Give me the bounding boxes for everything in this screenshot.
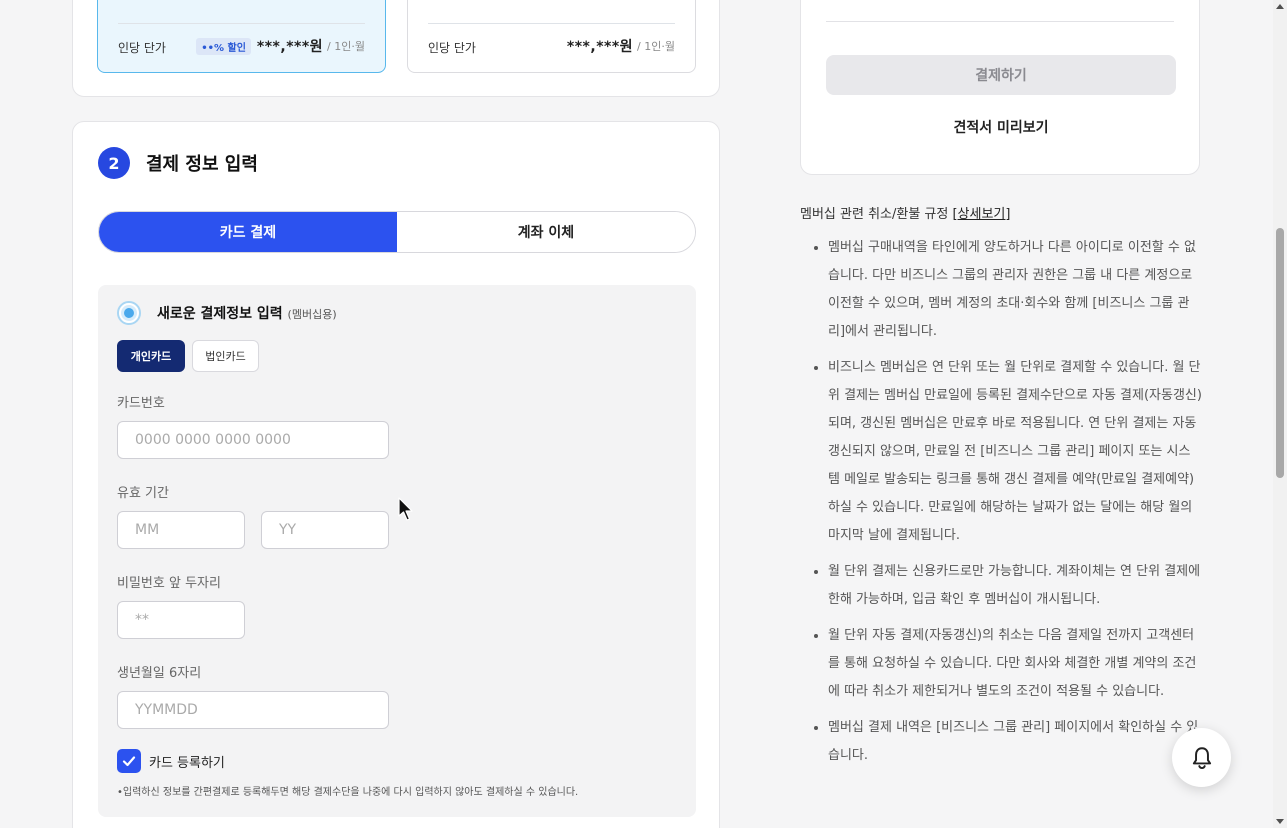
price-unit: / 1인·월 — [327, 40, 365, 53]
price-row: ***,***원 / 1인·월 — [567, 36, 675, 56]
new-payment-subtitle: (멤버십용) — [287, 308, 337, 321]
password-label: 비밀번호 앞 두자리 — [117, 576, 221, 591]
scroll-down-icon[interactable] — [1276, 819, 1284, 824]
tab-bank-transfer[interactable]: 계좌 이체 — [397, 212, 695, 252]
expiry-year-input[interactable]: YY — [261, 511, 389, 549]
expiry-label: 유효 기간 — [117, 486, 169, 501]
scroll-up-icon[interactable] — [1276, 4, 1284, 9]
birthdate-input[interactable]: YYMMDD — [117, 691, 389, 729]
divider — [826, 21, 1174, 22]
pay-button[interactable]: 결제하기 — [826, 55, 1176, 95]
new-payment-title: 새로운 결제정보 입력 (멤버십용) — [157, 303, 337, 323]
price: ***,***원 — [256, 39, 324, 55]
payment-info-card: 2 결제 정보 입력 카드 결제 계좌 이체 새로운 결제정보 입력 (멤버십용… — [72, 121, 720, 828]
password-input[interactable]: ** — [117, 601, 245, 639]
radio-icon[interactable] — [117, 301, 141, 325]
register-card-checkbox[interactable] — [117, 749, 141, 773]
card-number-label: 카드번호 — [117, 396, 165, 411]
check-icon — [122, 756, 136, 767]
notification-button[interactable] — [1172, 728, 1231, 787]
cursor-icon — [398, 497, 413, 521]
policy-detail-link[interactable]: [상세보기] — [952, 207, 1010, 222]
register-card-note: •입력하신 정보를 간편결제로 등록해두면 해당 결제수단을 나중에 다시 입력… — [117, 787, 579, 798]
policy-item: 비즈니스 멤버십은 연 단위 또는 월 단위로 결제할 수 있습니다. 월 단위… — [828, 354, 1202, 550]
divider — [118, 23, 365, 24]
plan-option-discounted[interactable]: 인당 단가 ••% 할인 ***,***원 / 1인·월 — [97, 0, 386, 73]
plan-selection-card: 인당 단가 ••% 할인 ***,***원 / 1인·월 인당 단가 ***,*… — [72, 0, 720, 97]
discount-badge: ••% 할인 — [196, 37, 251, 55]
scroll-thumb[interactable] — [1276, 228, 1284, 478]
card-form-panel: 새로운 결제정보 입력 (멤버십용) 개인카드 법인카드 카드번호 0000 0… — [98, 285, 696, 817]
card-number-input[interactable]: 0000 0000 0000 0000 — [117, 421, 389, 459]
policy-item: 월 단위 자동 결제(자동갱신)의 취소는 다음 결제일 전까지 고객센터를 통… — [828, 622, 1202, 706]
policy-item: 월 단위 결제는 신용카드로만 가능합니다. 계좌이체는 연 단위 결제에 한해… — [828, 558, 1202, 614]
personal-card-button[interactable]: 개인카드 — [117, 340, 185, 372]
new-payment-title-text: 새로운 결제정보 입력 — [157, 306, 283, 322]
corporate-card-button[interactable]: 법인카드 — [192, 340, 259, 372]
tab-card-payment[interactable]: 카드 결제 — [99, 212, 397, 252]
price-unit: / 1인·월 — [637, 40, 675, 53]
expiry-month-input[interactable]: MM — [117, 511, 245, 549]
divider — [428, 23, 675, 24]
quote-preview-button[interactable]: 견적서 미리보기 — [826, 115, 1176, 139]
per-person-label: 인당 단가 — [118, 41, 166, 55]
policy-item: 멤버십 구매내역을 타인에게 양도하거나 다른 아이디로 이전할 수 없습니다.… — [828, 234, 1202, 346]
price: ***,***원 — [566, 39, 634, 55]
policy-heading: 멤버십 관련 취소/환불 규정 [상세보기] — [800, 203, 1010, 222]
section-title: 결제 정보 입력 — [146, 154, 258, 175]
order-summary-card: 결제하기 견적서 미리보기 — [800, 0, 1200, 175]
price-row: ••% 할인 ***,***원 / 1인·월 — [196, 36, 365, 56]
plan-option-standard[interactable]: 인당 단가 ***,***원 / 1인·월 — [407, 0, 696, 73]
step-number-badge: 2 — [98, 147, 130, 179]
policy-list: 멤버십 구매내역을 타인에게 양도하거나 다른 아이디로 이전할 수 없습니다.… — [810, 234, 1202, 778]
per-person-label: 인당 단가 — [428, 41, 476, 55]
register-card-label: 카드 등록하기 — [149, 756, 225, 771]
bell-icon — [1192, 746, 1211, 769]
birthdate-label: 생년월일 6자리 — [117, 666, 202, 681]
policy-heading-text: 멤버십 관련 취소/환불 규정 — [800, 207, 949, 222]
policy-item: 멤버십 결제 내역은 [비즈니스 그룹 관리] 페이지에서 확인하실 수 있습니… — [828, 714, 1202, 770]
payment-method-tabs: 카드 결제 계좌 이체 — [98, 211, 696, 253]
page-scrollbar[interactable] — [1273, 0, 1287, 828]
